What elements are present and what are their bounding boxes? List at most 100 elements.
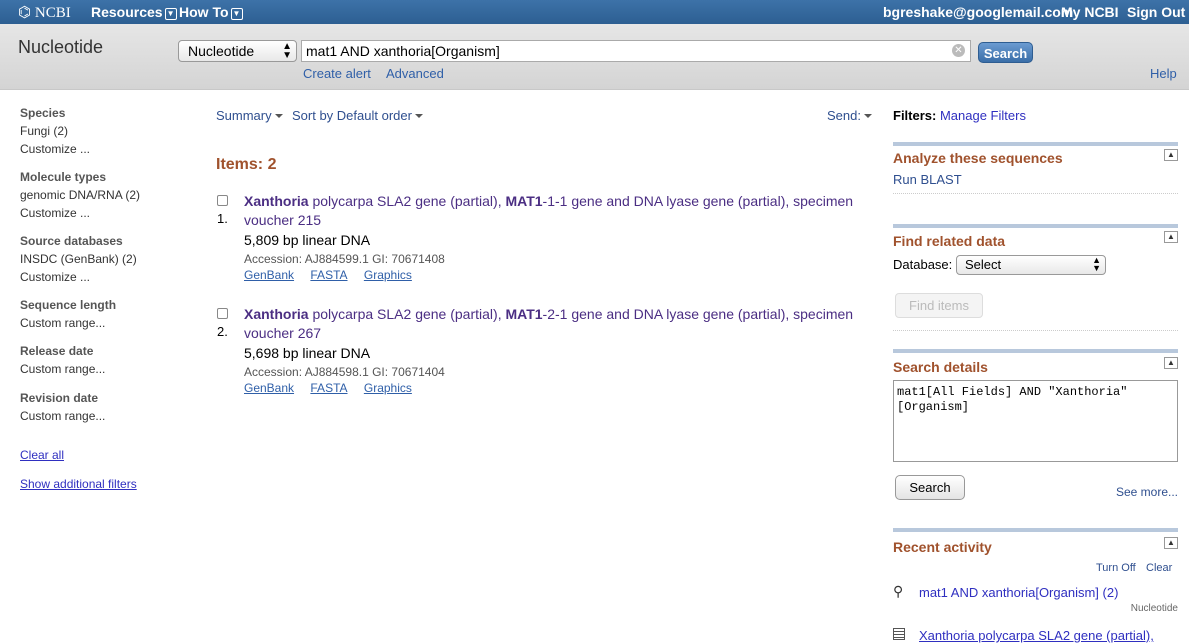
database-select[interactable]: Nucleotide ▲ ▼ (178, 40, 297, 62)
analyze-heading: Analyze these sequences (893, 150, 1063, 166)
result-description: 5,698 bp linear DNA (244, 345, 371, 361)
filter-group-molecule-types: Molecule types genomic DNA/RNA (2) Custo… (20, 170, 140, 220)
recent-query-link[interactable]: mat1 AND xanthoria[Organism] (2) (919, 585, 1118, 600)
related-database-value: Select (965, 257, 1002, 272)
search-input-value: mat1 AND xanthoria[Organism] (306, 43, 500, 59)
clear-icon[interactable]: ✕ (952, 44, 965, 57)
updown-arrow-icon: ▲ ▼ (1092, 255, 1101, 273)
summary-label: Summary (216, 108, 272, 123)
filter-custom-range[interactable]: Custom range... (20, 409, 105, 423)
filter-heading: Sequence length (20, 298, 117, 312)
chevron-down-icon: ▼ (164, 8, 177, 20)
howto-menu[interactable]: How To ▼ (179, 4, 243, 20)
clear-all-filters-link[interactable]: Clear all (20, 448, 64, 462)
database-title: Nucleotide (18, 37, 104, 57)
recent-item-link[interactable]: Xanthoria polycarpa SLA2 gene (partial), (919, 628, 1154, 643)
myncbi-link[interactable]: My NCBI (1061, 4, 1119, 20)
filter-group-revision-date: Revision date Custom range... (20, 391, 105, 423)
filters-label: Filters: (893, 108, 937, 123)
filters-line: Filters: Manage Filters (893, 108, 1026, 123)
result-number: 1. (217, 211, 228, 226)
updown-arrow-icon: ▲ ▼ (282, 41, 292, 61)
filter-item-fungi[interactable]: Fungi (2) (20, 124, 90, 138)
result-checkbox[interactable] (217, 195, 228, 206)
recent-activity-heading: Recent activity (893, 539, 992, 555)
find-related-heading: Find related data (893, 233, 1006, 249)
collapse-icon[interactable]: ▲ (1164, 537, 1178, 549)
filter-item-genomic[interactable]: genomic DNA/RNA (2) (20, 188, 140, 202)
caret-down-icon (863, 114, 872, 118)
result-checkbox[interactable] (217, 308, 228, 319)
title-highlight: MAT1 (505, 193, 543, 209)
signout-link[interactable]: Sign Out (1127, 4, 1185, 20)
search-bar-area: Nucleotide Nucleotide ▲ ▼ mat1 AND xantho… (0, 24, 1189, 90)
title-text: polycarpa SLA2 gene (partial), (308, 193, 506, 209)
collapse-icon[interactable]: ▲ (1164, 149, 1178, 161)
filter-heading: Species (20, 106, 66, 120)
filter-heading: Molecule types (20, 170, 107, 184)
ncbi-logo-text: NCBI (34, 5, 71, 21)
filter-customize[interactable]: Customize ... (20, 206, 140, 220)
summary-format-menu[interactable]: Summary (216, 108, 283, 123)
user-account-link[interactable]: bgreshake@googlemail.com (883, 4, 1073, 20)
chevron-down-icon: ▼ (230, 8, 243, 20)
search-details-button[interactable]: Search (895, 475, 965, 500)
database-label: Database: (893, 257, 953, 272)
section-divider (893, 142, 1178, 146)
filter-custom-range[interactable]: Custom range... (20, 362, 105, 376)
result-accession: Accession: AJ884598.1 GI: 70671404 (244, 365, 445, 379)
genbank-link[interactable]: GenBank (244, 268, 294, 282)
magnifier-icon: ⚲ (893, 583, 904, 599)
result-title-link[interactable]: Xanthoria polycarpa SLA2 gene (partial),… (244, 305, 876, 343)
related-database-select[interactable]: Select ▲ ▼ (956, 255, 1106, 275)
search-button[interactable]: Search (978, 42, 1033, 63)
title-highlight: Xanthoria (244, 306, 309, 322)
send-label: Send: (827, 108, 861, 123)
collapse-icon[interactable]: ▲ (1164, 357, 1178, 369)
search-details-textarea[interactable]: mat1[All Fields] AND "Xanthoria" [Organi… (893, 380, 1178, 462)
filter-group-sequence-length: Sequence length Custom range... (20, 298, 116, 330)
clear-recent-link[interactable]: Clear (1146, 562, 1172, 574)
document-icon (893, 628, 905, 640)
filter-custom-range[interactable]: Custom range... (20, 316, 116, 330)
filter-heading: Revision date (20, 391, 99, 405)
result-title-link[interactable]: Xanthoria polycarpa SLA2 gene (partial),… (244, 192, 876, 230)
filter-item-insdc[interactable]: INSDC (GenBank) (2) (20, 252, 137, 266)
fasta-link[interactable]: FASTA (310, 268, 347, 282)
filter-customize[interactable]: Customize ... (20, 142, 90, 156)
sort-menu[interactable]: Sort by Default order (292, 108, 423, 123)
run-blast-link[interactable]: Run BLAST (893, 172, 962, 187)
genbank-link[interactable]: GenBank (244, 381, 294, 395)
caret-down-icon (274, 114, 283, 118)
filter-heading: Release date (20, 344, 94, 358)
result-accession: Accession: AJ884599.1 GI: 70671408 (244, 252, 445, 266)
manage-filters-link[interactable]: Manage Filters (940, 108, 1026, 123)
items-count: Items: 2 (216, 156, 277, 173)
ncbi-logo[interactable]: ⌬ NCBI (18, 3, 71, 22)
database-select-value: Nucleotide (188, 43, 255, 59)
graphics-link[interactable]: Graphics (364, 268, 412, 282)
find-items-button[interactable]: Find items (895, 293, 983, 318)
fasta-link[interactable]: FASTA (310, 381, 347, 395)
filter-group-species: Species Fungi (2) Customize ... (20, 106, 90, 156)
result-number: 2. (217, 324, 228, 339)
graphics-link[interactable]: Graphics (364, 381, 412, 395)
filter-customize[interactable]: Customize ... (20, 270, 137, 284)
caret-down-icon (414, 114, 423, 118)
show-additional-filters-link[interactable]: Show additional filters (20, 477, 137, 491)
section-divider (893, 224, 1178, 228)
resources-label: Resources (91, 4, 163, 20)
resources-menu[interactable]: Resources ▼ (91, 4, 177, 20)
create-alert-link[interactable]: Create alert (303, 66, 371, 81)
filter-group-source-databases: Source databases INSDC (GenBank) (2) Cus… (20, 234, 137, 284)
send-menu[interactable]: Send: (827, 108, 872, 123)
help-link[interactable]: Help (1150, 66, 1177, 81)
section-divider (893, 349, 1178, 353)
recent-db-label: Nucleotide (1130, 603, 1178, 614)
collapse-icon[interactable]: ▲ (1164, 231, 1178, 243)
search-input[interactable]: mat1 AND xanthoria[Organism] ✕ (301, 40, 971, 62)
see-more-link[interactable]: See more... (1116, 485, 1178, 499)
divider (893, 330, 1178, 331)
advanced-search-link[interactable]: Advanced (386, 66, 444, 81)
turn-off-link[interactable]: Turn Off (1096, 562, 1136, 574)
